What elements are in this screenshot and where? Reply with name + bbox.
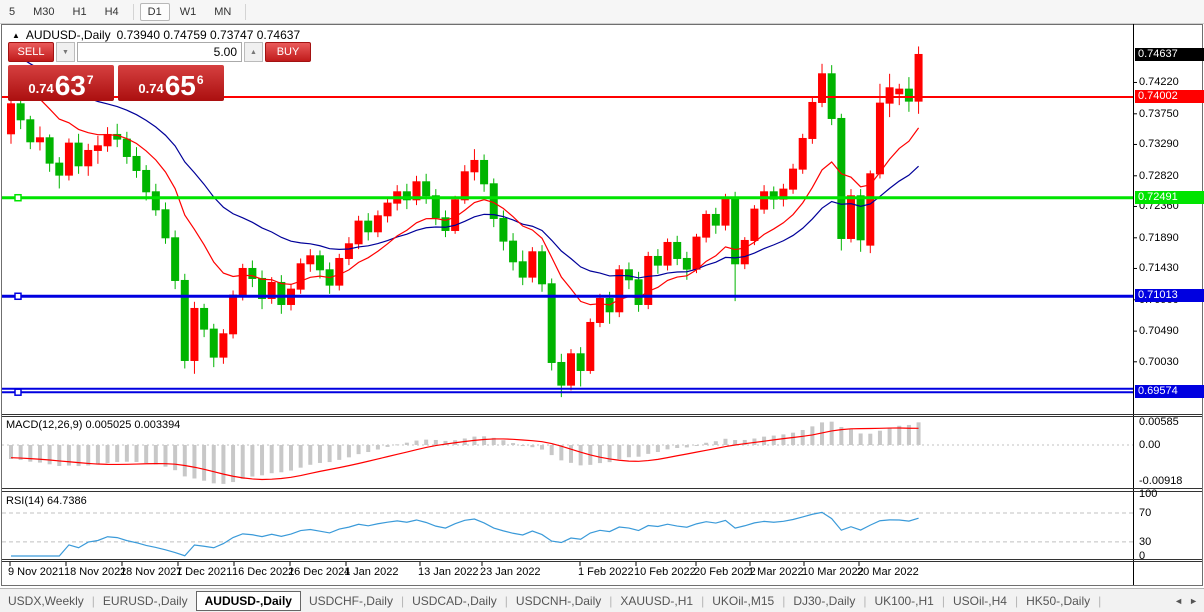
buy-price-pips: 65 (165, 73, 196, 99)
volume-increase-button[interactable]: ▲ (244, 42, 263, 62)
symbol-tab-bar: USDX,Weekly | EURUSD-,Daily AUDUSD-,Daily… (0, 588, 1204, 612)
hline-price-badge: 0.74002 (1135, 90, 1204, 103)
tf-button-h1[interactable]: H1 (65, 3, 95, 21)
tab-usdcad-daily[interactable]: USDCAD-,Daily (404, 592, 505, 610)
volume-input[interactable] (77, 42, 242, 62)
tab-usdx-weekly[interactable]: USDX,Weekly (0, 592, 92, 610)
chart-ohlc-values: 0.73940 0.74759 0.73747 0.74637 (117, 28, 301, 42)
buy-button[interactable]: BUY (265, 42, 311, 62)
tab-usoil-h4[interactable]: USOil-,H4 (945, 592, 1015, 610)
sell-price-pips: 63 (55, 73, 86, 99)
spin-up-icon: ▲ (250, 49, 257, 56)
chart-symbol-label: AUDUSD-,Daily (26, 28, 111, 42)
rsi-indicator-label: RSI(14) 64.7386 (6, 495, 87, 507)
tab-separator: | (1098, 594, 1101, 608)
rsi-value: 64.7386 (47, 495, 87, 507)
trading-platform-window: 5 M30 H1 H4 D1 W1 MN ▲ AUDUSD-,Daily 0.7… (0, 0, 1204, 612)
toolbar-separator (245, 4, 246, 20)
tab-xauusd-h1[interactable]: XAUUSD-,H1 (612, 592, 701, 610)
sell-price-point: 7 (87, 73, 94, 87)
tab-audusd-daily[interactable]: AUDUSD-,Daily (196, 591, 301, 611)
sell-button[interactable]: SELL (8, 42, 54, 62)
tf-button-m30[interactable]: M30 (25, 3, 62, 21)
tab-eurusd-daily[interactable]: EURUSD-,Daily (95, 592, 196, 610)
tf-button-m5[interactable]: 5 (1, 3, 23, 21)
hline-price-badge: 0.69574 (1135, 385, 1204, 398)
tf-button-mn[interactable]: MN (206, 3, 239, 21)
one-click-trading-panel: SELL ▼ ▲ BUY 0.74 63 7 0.74 65 6 (8, 42, 224, 101)
price-scale[interactable] (1134, 24, 1204, 585)
macd-indicator-label: MACD(12,26,9) 0.005025 0.003394 (6, 419, 180, 431)
tab-usdcnh-daily[interactable]: USDCNH-,Daily (508, 592, 609, 610)
spin-down-icon: ▼ (62, 49, 69, 56)
buy-price-base: 0.74 (138, 81, 163, 96)
tab-dj30-daily[interactable]: DJ30-,Daily (785, 592, 863, 610)
time-scale[interactable] (2, 562, 1133, 585)
tab-ukoil-m15[interactable]: UKOil-,M15 (704, 592, 782, 610)
collapse-arrow-icon[interactable]: ▲ (12, 31, 20, 40)
tf-button-h4[interactable]: H4 (97, 3, 127, 21)
timeframe-toolbar: 5 M30 H1 H4 D1 W1 MN (0, 0, 1204, 24)
hline-price-badge: 0.72491 (1135, 191, 1204, 204)
macd-values: 0.005025 0.003394 (85, 419, 180, 431)
tab-scroll-left-icon[interactable]: ◄ (1174, 596, 1183, 606)
tab-scroll-right-icon[interactable]: ► (1189, 596, 1198, 606)
volume-decrease-button[interactable]: ▼ (56, 42, 75, 62)
current-price-badge: 0.74637 (1135, 48, 1204, 61)
tab-uk100-h1[interactable]: UK100-,H1 (866, 592, 941, 610)
tf-button-d1[interactable]: D1 (140, 3, 170, 21)
toolbar-separator (133, 4, 134, 20)
hline-price-badge: 0.71013 (1135, 289, 1204, 302)
sell-price-display[interactable]: 0.74 63 7 (8, 65, 114, 101)
buy-price-display[interactable]: 0.74 65 6 (118, 65, 224, 101)
tf-button-w1[interactable]: W1 (172, 3, 205, 21)
chart-title: ▲ AUDUSD-,Daily 0.73940 0.74759 0.73747 … (12, 28, 300, 42)
sell-price-base: 0.74 (28, 81, 53, 96)
tab-hk50-daily[interactable]: HK50-,Daily (1018, 592, 1098, 610)
tab-usdchf-daily[interactable]: USDCHF-,Daily (301, 592, 401, 610)
buy-price-point: 6 (197, 73, 204, 87)
